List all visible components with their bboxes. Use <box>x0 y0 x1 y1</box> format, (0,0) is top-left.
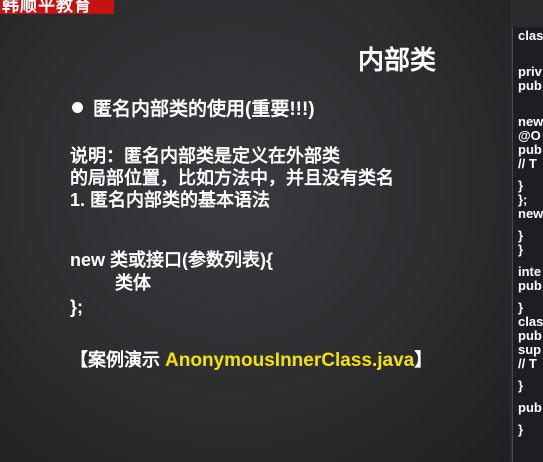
bullet-icon <box>72 102 83 113</box>
code-line: pub <box>518 142 542 157</box>
code-line: }; <box>518 192 528 207</box>
code-line: clas <box>518 28 543 43</box>
code-line: inte <box>518 264 542 279</box>
code-line: } <box>518 242 524 257</box>
code-editor-panel[interactable]: clas priv pub new @O pub // T } }; new }… <box>512 27 543 462</box>
code-line: } <box>518 422 524 437</box>
code-line: // T <box>518 156 537 171</box>
brand-logo: 韩顺平教育 <box>0 0 114 14</box>
bullet-heading: 匿名内部类的使用(重要!!!) <box>72 94 315 121</box>
code-line: clas <box>518 314 543 329</box>
code-line: @O <box>518 128 541 143</box>
syntax-line-2: 类体 <box>70 273 152 293</box>
code-line: // T <box>518 356 537 371</box>
syntax-line-3: }; <box>70 297 83 317</box>
code-line: pub <box>518 78 542 93</box>
demo-file-name: AnonymousInnerClass.java <box>165 350 415 371</box>
code-line: priv <box>518 64 542 79</box>
description-line-1: 说明：匿名内部类是定义在外部类 <box>70 146 340 166</box>
demo-prefix: 【案例演示 <box>70 350 166 370</box>
code-line: pub <box>518 328 542 343</box>
demo-suffix: 】 <box>414 350 433 370</box>
description-line-3: 1. 匿名内部类的基本语法 <box>70 190 271 210</box>
description-line-2: 的局部位置，比如方法中，并且没有类名 <box>70 168 394 188</box>
code-line: pub <box>518 278 542 293</box>
slide: 韩顺平教育 内部类 匿名内部类的使用(重要!!!) 说明：匿名内部类是定义在外部… <box>0 0 510 462</box>
bullet-text: 匿名内部类的使用(重要!!!) <box>93 99 315 120</box>
code-line: sup <box>518 342 542 357</box>
code-line: } <box>518 228 524 243</box>
code-line: new <box>518 114 543 129</box>
code-line: } <box>518 300 524 315</box>
syntax-line-1: new 类或接口(参数列表){ <box>70 250 274 270</box>
code-line: } <box>518 178 524 193</box>
code-line: pub <box>518 400 542 415</box>
code-line: } <box>518 378 524 393</box>
code-line: new <box>518 206 543 221</box>
slide-title: 内部类 <box>358 45 437 75</box>
case-demo: 【案例演示 AnonymousInnerClass.java】 <box>70 346 432 372</box>
brand-text: 韩顺平教育 <box>2 0 92 14</box>
